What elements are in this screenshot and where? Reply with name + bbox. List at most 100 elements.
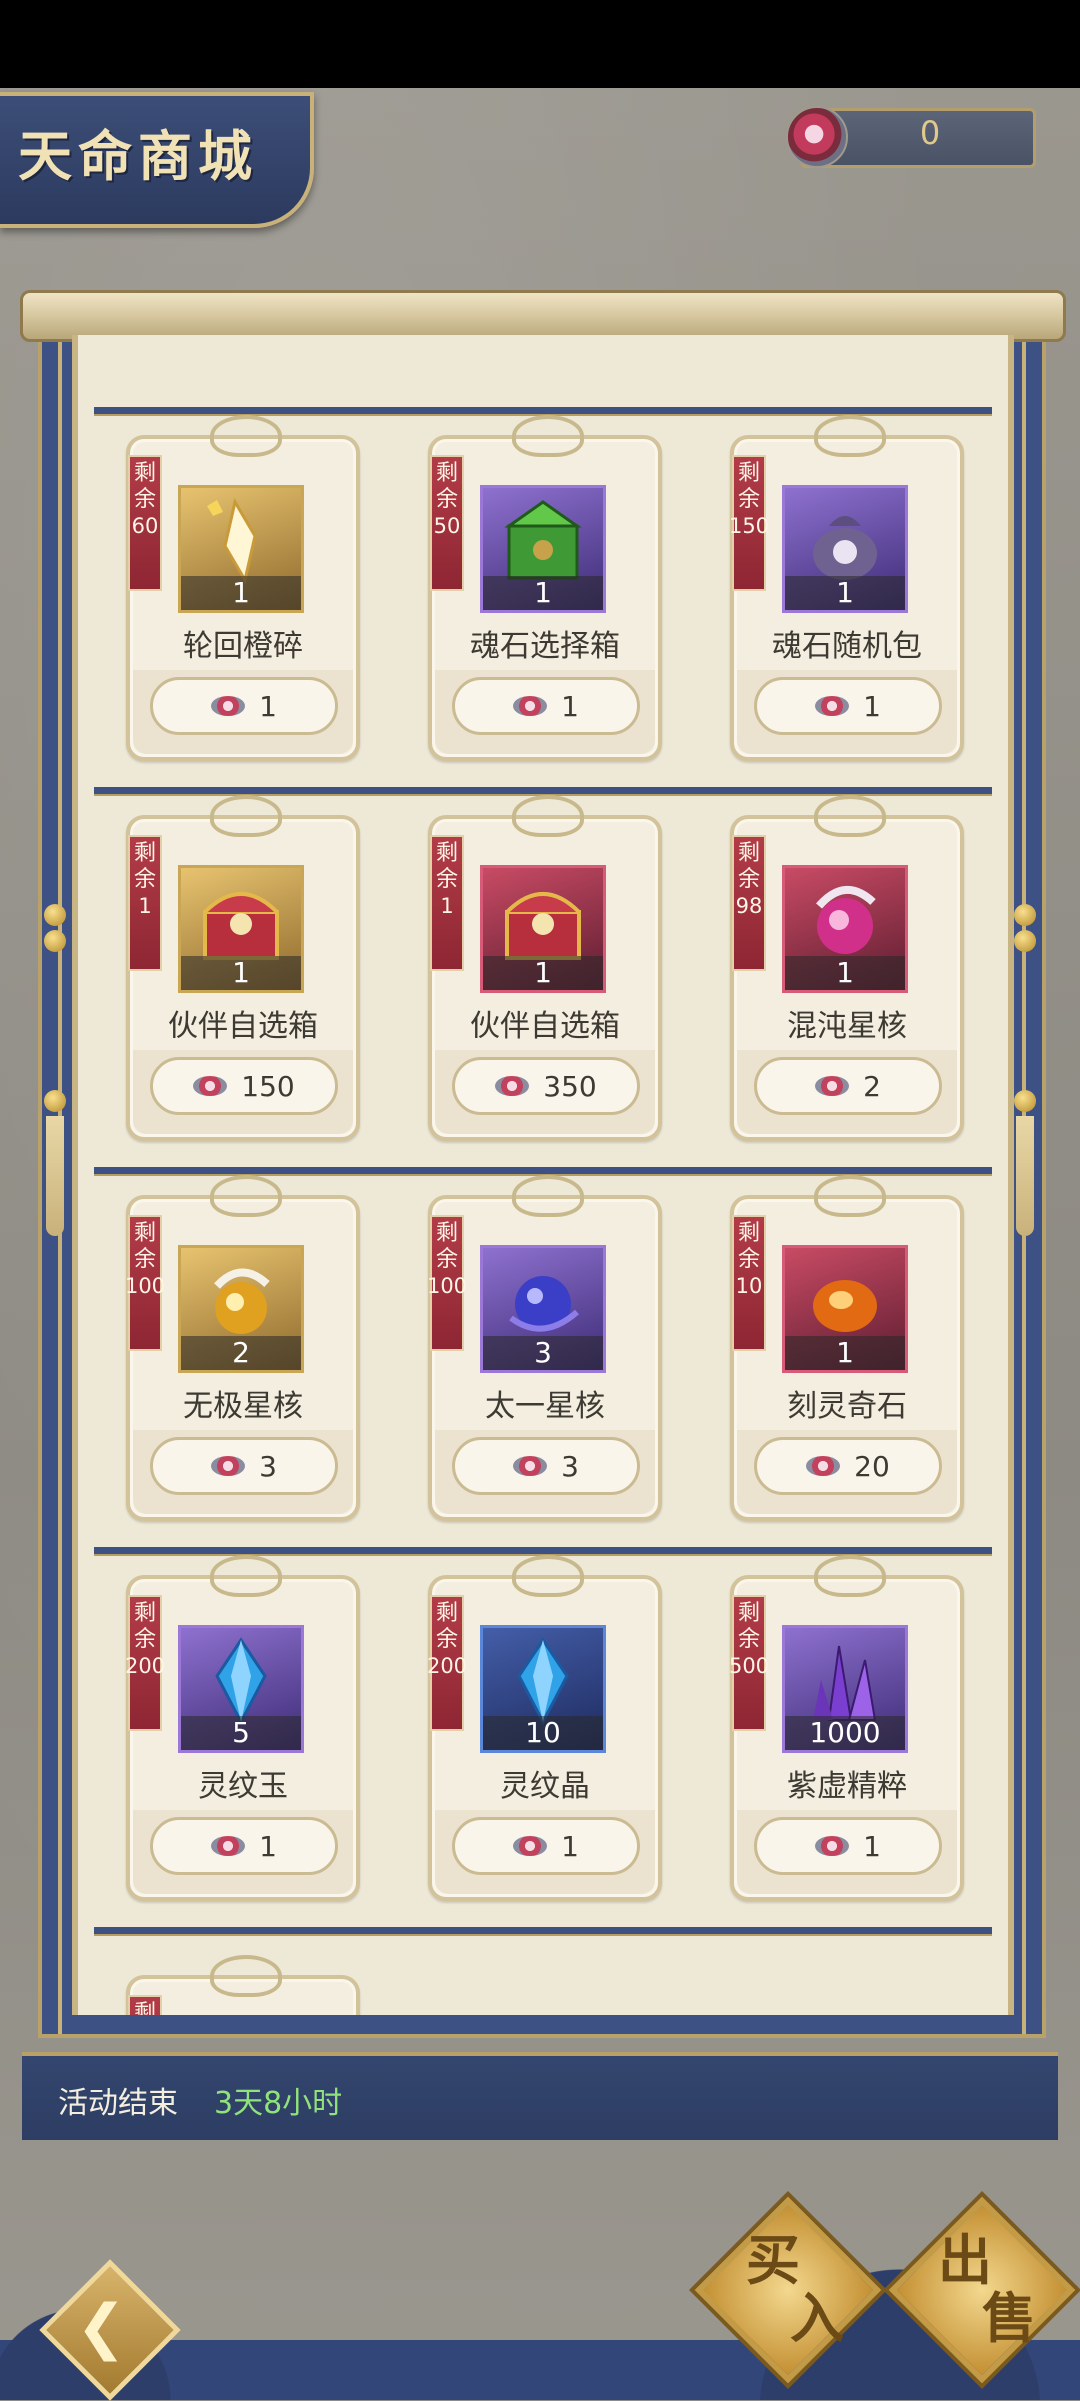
remaining-count: 1 (138, 894, 152, 918)
remaining-label: 余 (737, 867, 760, 892)
remaining-count: 200 (124, 1654, 166, 1678)
shop-item-card[interactable]: 剩 余 500 1000 紫虚精粹 1 (728, 1555, 964, 1901)
remaining-label: 剩 (435, 461, 458, 486)
price-button[interactable]: 20 (754, 1437, 942, 1495)
taiyi-star-core-icon (497, 1256, 589, 1346)
knot-ornament-icon (814, 415, 886, 457)
price-button[interactable]: 1 (754, 677, 942, 735)
shop-item-card[interactable]: 剩 余 100 2 无极星核 3 (124, 1175, 360, 1521)
item-icon-frame: 1 (178, 485, 304, 613)
item-icon-frame: 1 (480, 865, 606, 993)
price-button[interactable]: 1 (150, 677, 338, 735)
remaining-count: 60 (131, 514, 159, 538)
price-button[interactable]: 1 (754, 1817, 942, 1875)
event-timer-bar: 活动结束 3天8小时 (22, 2052, 1058, 2140)
item-icon-frame: 1 (782, 485, 908, 613)
item-price: 150 (241, 1069, 295, 1103)
remaining-label: 剩 (133, 841, 156, 866)
spirit-coin-icon (513, 1836, 548, 1856)
shop-item-card[interactable]: 剩 余 200 10 灵纹晶 1 (426, 1555, 662, 1901)
item-price: 20 (854, 1449, 890, 1483)
sell-label-2: 售 (982, 2286, 1036, 2350)
row-divider (94, 1927, 992, 1936)
shop-item-card-partial[interactable]: 剩 (126, 1955, 360, 2015)
remaining-label: 余 (133, 1247, 156, 1272)
shop-item-card[interactable]: 剩 余 10 1 刻灵奇石 20 (730, 1175, 964, 1521)
price-button[interactable]: 1 (452, 1817, 640, 1875)
price-button[interactable]: 350 (452, 1057, 640, 1115)
spirit-coin-icon (211, 1836, 246, 1856)
right-tassel-icon (1014, 900, 1036, 1236)
blue-crystal-icon (497, 1636, 589, 1726)
price-button[interactable]: 150 (150, 1057, 338, 1115)
shop-item-card[interactable]: 剩 余 1 1 伙伴自选箱 150 (126, 795, 360, 1141)
item-name: 魂石选择箱 (470, 629, 620, 664)
item-name: 伙伴自选箱 (168, 1009, 318, 1044)
price-button[interactable]: 3 (452, 1437, 640, 1495)
item-name: 太一星核 (485, 1389, 605, 1424)
currency-value: 0 (919, 114, 941, 152)
remaining-label: 剩 (435, 841, 458, 866)
treasure-chest-icon (497, 876, 589, 966)
item-quantity: 2 (181, 1336, 301, 1370)
remaining-label: 剩 (435, 1221, 458, 1246)
remaining-label: 余 (133, 487, 156, 512)
remaining-count: 200 (426, 1654, 468, 1678)
item-icon-frame: 3 (480, 1245, 606, 1373)
price-button[interactable]: 1 (452, 677, 640, 735)
item-name: 刻灵奇石 (787, 1389, 907, 1424)
spirit-coin-icon (211, 696, 246, 716)
shop-item-card[interactable]: 剩 余 150 1 魂石随机包 1 (729, 415, 964, 761)
back-icon: ❮ (76, 2292, 127, 2362)
shop-item-list[interactable]: 剩 剩 余 60 1 轮回橙碎 1 剩 余 50 1 魂石选择箱 1 剩 余 1… (72, 335, 1014, 2015)
item-quantity: 1 (785, 1336, 905, 1370)
item-price: 2 (863, 1069, 881, 1103)
remaining-label: 剩 (435, 1601, 458, 1626)
item-quantity: 1 (785, 956, 905, 990)
spirit-coin-icon (806, 1456, 841, 1476)
orange-fragment-icon (195, 496, 287, 586)
wuji-star-core-icon (195, 1256, 287, 1346)
remaining-count: 100 (124, 1274, 166, 1298)
remaining-label: 余 (737, 487, 760, 512)
shop-item-card[interactable]: 剩 余 100 3 太一星核 3 (427, 1175, 662, 1521)
event-end-label: 活动结束 (58, 2086, 178, 2121)
item-quantity: 10 (483, 1716, 603, 1750)
remaining-badge: 剩 余 200 (124, 1595, 166, 1731)
remaining-label: 余 (435, 487, 458, 512)
item-quantity: 1 (181, 956, 301, 990)
shop-item-card[interactable]: 剩 余 98 1 混沌星核 2 (730, 795, 964, 1141)
remaining-label: 剩 (737, 841, 760, 866)
remaining-badge: 剩 余 1 (430, 835, 464, 971)
shop-item-card[interactable]: 剩 余 1 1 伙伴自选箱 350 (428, 795, 662, 1141)
item-name: 伙伴自选箱 (470, 1009, 620, 1044)
status-bar (0, 0, 1080, 88)
remaining-count: 98 (735, 894, 763, 918)
price-button[interactable]: 1 (150, 1817, 338, 1875)
item-name: 灵纹晶 (500, 1769, 590, 1804)
price-button[interactable]: 2 (754, 1057, 942, 1115)
remaining-count: 1 (440, 894, 454, 918)
remaining-badge: 剩 余 100 (427, 1215, 467, 1351)
shop-item-card[interactable]: 剩 余 200 5 灵纹玉 1 (124, 1555, 360, 1901)
item-price: 1 (259, 689, 277, 723)
spirit-coin-icon (786, 106, 848, 168)
knot-ornament-icon (814, 795, 886, 837)
remaining-badge: 剩 余 50 (430, 455, 464, 591)
item-price: 1 (863, 689, 881, 723)
shop-item-card[interactable]: 剩 余 50 1 魂石选择箱 1 (428, 415, 662, 761)
item-price: 1 (561, 1829, 579, 1863)
remaining-badge: 剩 余 150 (729, 455, 769, 591)
remaining-count: 500 (728, 1654, 770, 1678)
price-button[interactable]: 3 (150, 1437, 338, 1495)
knot-ornament-icon (512, 795, 584, 837)
remaining-badge: 剩 (128, 1995, 162, 2015)
spirit-coin-icon (513, 696, 548, 716)
item-icon-frame: 1 (480, 485, 606, 613)
knot-ornament-icon (210, 1555, 282, 1597)
shop-item-card[interactable]: 剩 余 60 1 轮回橙碎 1 (126, 415, 360, 761)
remaining-label: 剩 (737, 461, 760, 486)
spirit-stone-icon (799, 1256, 891, 1346)
remaining-badge: 剩 余 500 (728, 1595, 770, 1731)
item-name: 灵纹玉 (198, 1769, 288, 1804)
